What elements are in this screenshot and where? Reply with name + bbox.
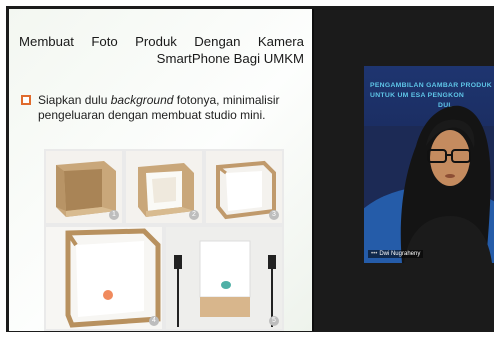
studio-photo-2: 2 <box>126 151 202 223</box>
studio-photo-3: 3 <box>206 151 282 223</box>
bullet-text-start: Siapkan dulu <box>38 93 111 107</box>
participant-name-tag: ••• Dwi Nugraheny <box>368 250 424 258</box>
panel-divider <box>312 9 314 331</box>
slide-bullet: Siapkan dulu background fotonya, minimal… <box>21 93 306 123</box>
participant-name: Dwi Nugraheny <box>379 251 421 257</box>
step-number: 4 <box>149 316 159 326</box>
participant-video-tile[interactable]: PENGAMBILAN GAMBAR PRODUK UNTUK UM ESA P… <box>364 66 494 263</box>
more-options-icon[interactable]: ••• <box>371 251 377 257</box>
step-number: 2 <box>189 210 199 220</box>
participant-person-image <box>400 105 492 263</box>
step-number: 3 <box>269 210 279 220</box>
studio-photo-1: 1 <box>46 151 122 223</box>
step-number: 1 <box>109 210 119 220</box>
photo-collage: 1 2 3 4 5 <box>44 149 284 331</box>
step-number: 5 <box>269 316 279 326</box>
studio-photo-5: 5 <box>166 227 282 329</box>
shared-slide: Membuat Foto Produk Dengan Kamera SmartP… <box>9 9 312 331</box>
bullet-square-icon <box>21 95 31 105</box>
slide-title: Membuat Foto Produk Dengan Kamera SmartP… <box>19 34 304 66</box>
bullet-text-italic: background <box>110 93 174 107</box>
studio-photo-4: 4 <box>46 227 162 329</box>
bullet-text: Siapkan dulu background fotonya, minimal… <box>38 93 306 123</box>
lit-studio-image <box>166 227 282 329</box>
screen-frame: Membuat Foto Produk Dengan Kamera SmartP… <box>0 0 500 338</box>
studio-with-paper-image <box>46 227 162 329</box>
